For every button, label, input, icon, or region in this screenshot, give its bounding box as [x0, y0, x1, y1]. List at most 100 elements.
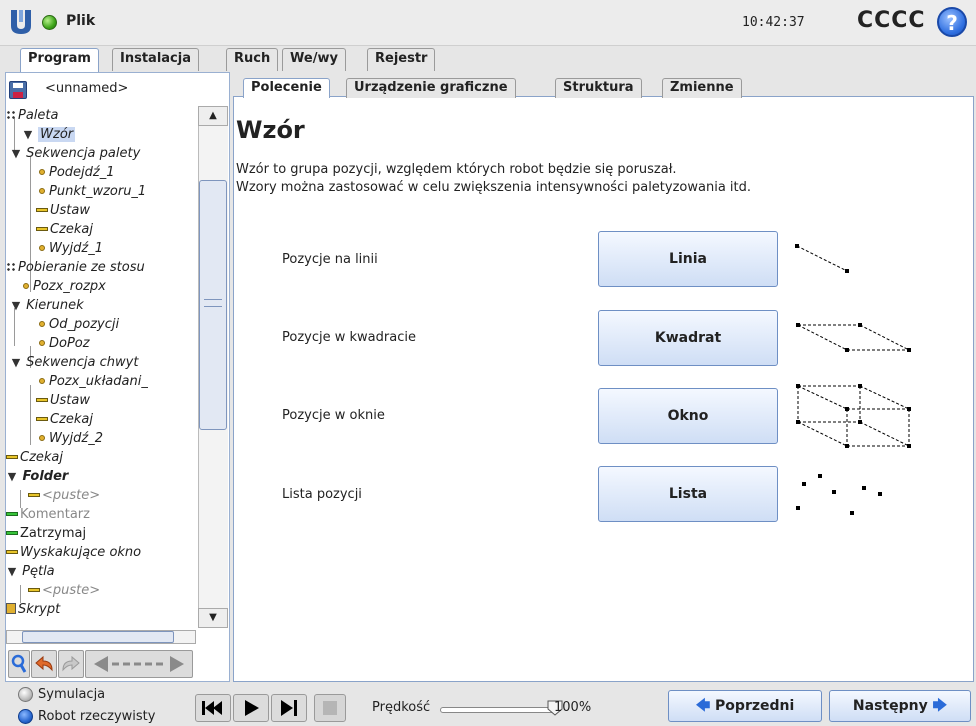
simulation-radio[interactable] — [18, 687, 33, 702]
play-icon — [245, 700, 259, 716]
skip-back-icon — [202, 701, 222, 715]
tab-urzadzenie-graficzne[interactable]: Urządzenie graficzne — [346, 78, 516, 98]
collapse-triangle-icon: ▼ — [7, 470, 17, 483]
tree-item[interactable]: Pozx_rozpx — [20, 277, 106, 296]
tab-zmienne[interactable]: Zmienne — [662, 78, 742, 98]
help-icon[interactable]: ? — [937, 7, 967, 37]
play-button[interactable] — [233, 694, 269, 722]
rewind-button[interactable] — [195, 694, 231, 722]
tree-item[interactable]: ▼ Sekwencja palety — [10, 144, 141, 163]
command-icon — [36, 207, 48, 212]
file-menu[interactable]: Plik — [66, 13, 95, 29]
pallet-icon — [6, 109, 16, 120]
collapse-triangle-icon: ▼ — [11, 356, 21, 369]
pattern-label: Pozycje w kwadracie — [282, 330, 416, 345]
tree-item[interactable]: Pobieranie ze stosu — [6, 258, 145, 277]
redo-button[interactable] — [58, 650, 84, 678]
tree-item[interactable]: Paleta — [6, 106, 58, 125]
move-node-button[interactable] — [85, 650, 193, 678]
tab-we-wy[interactable]: We/wy — [282, 48, 346, 71]
tree-item[interactable]: Wyjdź_2 — [36, 429, 103, 448]
tree-item[interactable]: Czekaj — [36, 220, 93, 239]
save-file-icon[interactable] — [9, 81, 27, 99]
tab-polecenie[interactable]: Polecenie — [243, 78, 330, 98]
tree-item[interactable]: DoPoz — [36, 334, 90, 353]
description-line: Wzór to grupa pozycji, względem których … — [236, 162, 677, 177]
box-pattern-button[interactable]: Okno — [598, 388, 778, 444]
tree-item[interactable]: Czekaj — [36, 410, 93, 429]
tree-item[interactable]: Wyskakujące okno — [6, 543, 141, 562]
tree-item[interactable]: Wyjdź_1 — [36, 239, 103, 258]
step-button[interactable] — [271, 694, 307, 722]
scroll-down-arrow-icon[interactable]: ▼ — [198, 608, 228, 628]
pattern-label: Pozycje na linii — [282, 252, 378, 267]
tree-item[interactable]: Skrypt — [6, 600, 60, 619]
robot-status-icon — [42, 15, 57, 30]
tree-item[interactable]: ▼ Sekwencja chwyt — [10, 353, 139, 372]
real-robot-radio[interactable] — [18, 709, 33, 724]
tree-item[interactable]: Czekaj — [6, 448, 63, 467]
collapse-triangle-icon: ▼ — [11, 299, 21, 312]
tree-item[interactable]: Podejdź_1 — [36, 163, 115, 182]
tab-ruch[interactable]: Ruch — [226, 48, 279, 71]
collapse-triangle-icon: ▼ — [23, 128, 33, 141]
line-pattern-button[interactable]: Linia — [598, 231, 778, 287]
halt-icon — [6, 530, 18, 535]
list-pattern-button[interactable]: Lista — [598, 466, 778, 522]
tree-item[interactable]: Komentarz — [6, 505, 90, 524]
pattern-label: Pozycje w oknie — [282, 408, 385, 423]
tab-program[interactable]: Program — [20, 48, 99, 72]
move-arrows-icon — [94, 656, 184, 672]
stop-button[interactable] — [314, 694, 346, 722]
waypoint-icon — [39, 245, 45, 251]
tree-item[interactable]: Ustaw — [36, 201, 90, 220]
waypoint-icon — [39, 340, 45, 346]
comment-icon — [6, 511, 18, 516]
line-pattern-icon — [795, 244, 849, 273]
command-icon — [28, 492, 40, 497]
square-pattern-icon — [796, 323, 911, 352]
script-icon — [6, 603, 16, 614]
popup-icon — [6, 549, 18, 554]
waypoint-icon — [39, 169, 45, 175]
arrow-left-icon: 🡄 — [695, 698, 711, 714]
command-icon — [6, 454, 18, 459]
scroll-up-arrow-icon[interactable]: ▲ — [198, 106, 228, 126]
tree-item[interactable]: Od_pozycji — [36, 315, 119, 334]
next-button[interactable]: Następny 🡆 — [829, 690, 971, 722]
tree-item[interactable]: Pozx_układani_ — [36, 372, 148, 391]
waypoint-icon — [39, 435, 45, 441]
undo-arrow-icon — [35, 655, 53, 672]
tab-instalacja[interactable]: Instalacja — [112, 48, 199, 71]
tree-item[interactable]: Zatrzymaj — [6, 524, 86, 543]
simulation-label: Symulacja — [38, 687, 106, 702]
waypoint-icon — [39, 321, 45, 327]
tab-rejestr[interactable]: Rejestr — [367, 48, 436, 71]
program-tree[interactable]: Paleta ▼ Wzór ▼ Sekwencja palety Podejdź… — [6, 106, 197, 628]
scrollbar-thumb[interactable] — [22, 631, 174, 643]
tree-item[interactable]: Ustaw — [36, 391, 90, 410]
universal-robots-logo — [11, 10, 31, 34]
tree-item[interactable]: ▼ Pętla — [6, 562, 55, 581]
scrollbar-thumb[interactable] — [199, 180, 227, 430]
tab-struktura[interactable]: Struktura — [555, 78, 642, 98]
previous-button[interactable]: 🡄 Poprzedni — [668, 690, 822, 722]
search-button[interactable] — [8, 650, 30, 678]
tree-item[interactable]: ▼ Folder — [6, 467, 69, 486]
command-icon — [36, 226, 48, 231]
tree-item[interactable]: <puste> — [28, 581, 100, 600]
waypoint-icon — [23, 283, 29, 289]
square-pattern-button[interactable]: Kwadrat — [598, 310, 778, 366]
tree-item[interactable]: Punkt_wzoru_1 — [36, 182, 146, 201]
tree-item[interactable]: <puste> — [28, 486, 100, 505]
tree-item[interactable]: ▼ Kierunek — [10, 296, 84, 315]
robot-name: CCCC — [857, 8, 926, 33]
description-line: Wzory można zastosować w celu zwiększeni… — [236, 180, 752, 195]
speed-value: 100% — [554, 700, 592, 715]
command-icon — [36, 416, 48, 421]
redo-arrow-icon — [62, 655, 80, 672]
speed-slider[interactable] — [440, 707, 560, 713]
program-file-name: <unnamed> — [45, 81, 129, 96]
undo-button[interactable] — [31, 650, 57, 678]
tree-item-selected[interactable]: ▼ Wzór — [22, 125, 76, 144]
